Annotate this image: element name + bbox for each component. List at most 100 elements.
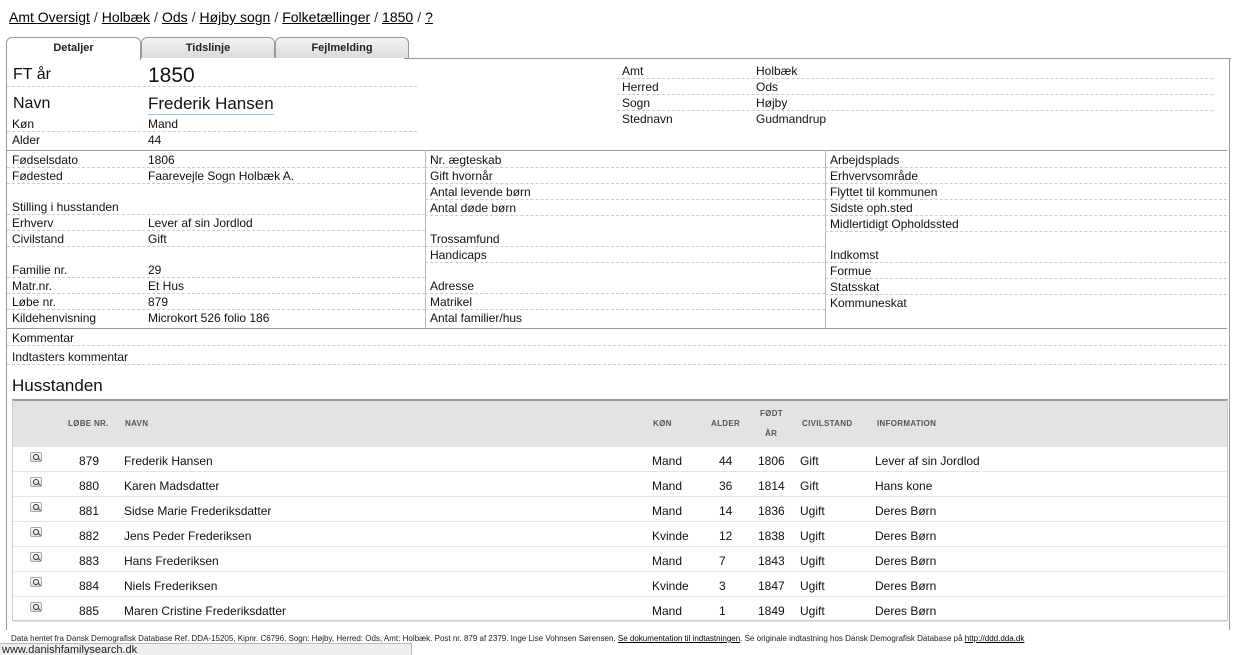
col-lobe[interactable]: LØBE NR. — [68, 419, 109, 428]
amt-label: Amt — [622, 64, 644, 78]
erhvervsomraade-label: Erhvervsområde — [830, 169, 919, 183]
gift-hvornaar-label: Gift hvornår — [430, 169, 493, 183]
matrikel-row: Matrikel — [425, 294, 825, 310]
erhverv-label: Erhverv — [12, 216, 54, 230]
cell-navn: Hans Frederiksen — [124, 554, 219, 568]
arbejdsplads-label: Arbejdsplads — [830, 153, 900, 167]
kommentar-label: Kommentar — [12, 331, 75, 345]
cell-civilstand: Gift — [800, 454, 819, 468]
tab-tidslinje[interactable]: Tidslinje — [141, 37, 275, 59]
aegteskab-row: Nr. ægteskab — [425, 152, 825, 168]
cell-civilstand: Ugift — [800, 529, 825, 543]
familie-value: 29 — [148, 263, 162, 277]
magnifier-icon[interactable] — [30, 452, 42, 462]
breadcrumb-link[interactable]: Folketællinger — [282, 9, 370, 25]
col-kon[interactable]: KØN — [653, 419, 672, 428]
lobe-value: 879 — [148, 295, 169, 309]
table-row: 885 Maren Cristine Frederiksdatter Mand 1 18… — [13, 597, 1227, 622]
cell-alder: 12 — [719, 529, 733, 543]
col-navn[interactable]: NAVN — [125, 419, 148, 428]
magnifier-icon[interactable] — [30, 552, 42, 562]
dode-born-label: Antal døde børn — [430, 201, 517, 215]
civilstand-label: Civilstand — [12, 232, 65, 246]
lobe-label: Løbe nr. — [12, 295, 57, 309]
cell-information: Deres Børn — [875, 504, 937, 518]
breadcrumb-link[interactable]: Højby sogn — [200, 9, 271, 25]
ft-value: 1850 — [148, 64, 195, 87]
cell-fodt: 1849 — [758, 604, 785, 618]
breadcrumb: Amt Oversigt / Holbæk / Ods / Højby sogn / Folke… — [9, 9, 433, 25]
doc-link[interactable]: Se dokumentation til indtastningen — [618, 634, 740, 643]
footer-text: Data hentet fra Dansk Demografisk Databa… — [11, 634, 616, 643]
handicaps-row: Handicaps — [425, 247, 825, 263]
status-bar: www.danishfamilysearch.dk — [0, 643, 412, 655]
cell-kon: Mand — [652, 554, 683, 568]
breadcrumb-link[interactable]: Amt Oversigt — [9, 9, 90, 25]
table-row: 883 Hans Frederiksen Mand 7 1843 Ugift Deres B… — [13, 547, 1227, 572]
fodselsdato-row: Fødselsdato 1806 — [7, 152, 425, 168]
table-row: 880 Karen Madsdatter Mand 36 1814 Gift Hans ko… — [13, 472, 1227, 497]
cell-kon: Kvinde — [652, 579, 689, 593]
cell-navn: Frederik Hansen — [124, 454, 213, 468]
breadcrumb-separator: / — [274, 9, 279, 25]
cell-information: Deres Børn — [875, 579, 937, 593]
levende-born-row: Antal levende børn — [425, 184, 825, 200]
tab-detaljer[interactable]: Detaljer — [6, 37, 141, 60]
magnifier-icon[interactable] — [30, 502, 42, 512]
trossamfund-label: Trossamfund — [430, 232, 500, 246]
levende-born-label: Antal levende børn — [430, 185, 531, 199]
cell-kon: Mand — [652, 454, 683, 468]
cell-civilstand: Ugift — [800, 504, 825, 518]
magnifier-icon[interactable] — [30, 577, 42, 587]
gift-hvornaar-row: Gift hvornår — [425, 168, 825, 184]
breadcrumb-link[interactable]: Holbæk — [102, 9, 150, 25]
magnifier-icon[interactable] — [30, 527, 42, 537]
kilde-label: Kildehenvisning — [12, 311, 97, 325]
erhvervsomraade-row: Erhvervsområde — [825, 168, 1227, 184]
amt-row: Amt Holbæk — [617, 63, 1213, 79]
col-alder[interactable]: ALDER — [711, 419, 740, 428]
magnifier-icon[interactable] — [30, 477, 42, 487]
cell-lobe: 885 — [79, 604, 100, 618]
breadcrumb-link[interactable]: Ods — [162, 9, 188, 25]
familie-label: Familie nr. — [12, 263, 68, 277]
stednavn-label: Stednavn — [622, 112, 673, 126]
herred-label: Herred — [622, 80, 659, 94]
formue-row: Formue — [825, 263, 1227, 279]
tab-fejlmelding[interactable]: Fejlmelding — [275, 37, 409, 59]
breadcrumb-separator: / — [374, 9, 379, 25]
cell-fodt: 1838 — [758, 529, 785, 543]
indtaster-row: Indtasters kommentar — [7, 349, 1227, 365]
magnifier-icon[interactable] — [30, 602, 42, 612]
fodested-value: Faarevejle Sogn Holbæk A. — [148, 169, 295, 183]
cell-lobe: 882 — [79, 529, 100, 543]
flyttet-label: Flyttet til kommunen — [830, 185, 938, 199]
lobe-row: Løbe nr. 879 — [7, 294, 425, 310]
fodested-row: Fødested Faarevejle Sogn Holbæk A. — [7, 168, 425, 184]
col-civilstand[interactable]: CIVILSTAND — [802, 419, 852, 428]
cell-fodt: 1814 — [758, 479, 785, 493]
cell-information: Hans kone — [875, 479, 933, 493]
herred-row: Herred Ods — [617, 79, 1213, 95]
cell-fodt: 1836 — [758, 504, 785, 518]
breadcrumb-link[interactable]: ? — [425, 9, 433, 25]
dode-born-row: Antal døde børn — [425, 200, 825, 216]
cell-lobe: 883 — [79, 554, 100, 568]
cell-navn: Karen Madsdatter — [124, 479, 220, 493]
sidste-oph-label: Sidste oph.sted — [830, 201, 913, 215]
cell-alder: 36 — [719, 479, 733, 493]
cell-civilstand: Ugift — [800, 554, 825, 568]
cell-fodt: 1806 — [758, 454, 785, 468]
col-information[interactable]: INFORMATION — [877, 419, 936, 428]
kon-value: Mand — [148, 117, 179, 131]
cell-lobe: 880 — [79, 479, 100, 493]
kilde-value: Microkort 526 folio 186 — [148, 311, 270, 325]
table-row: 881 Sidse Marie Frederiksdatter Mand 14 1836… — [13, 497, 1227, 522]
cell-information: Deres Børn — [875, 554, 937, 568]
cell-civilstand: Ugift — [800, 579, 825, 593]
breadcrumb-link[interactable]: 1850 — [382, 9, 413, 25]
kommuneskat-row: Kommuneskat — [825, 295, 1227, 311]
ddd-link[interactable]: http://ddd.dda.dk — [965, 634, 1025, 643]
stednavn-row: Stednavn Gudmandrup — [617, 111, 1213, 127]
col-fodt[interactable]: FØDT — [760, 409, 783, 418]
